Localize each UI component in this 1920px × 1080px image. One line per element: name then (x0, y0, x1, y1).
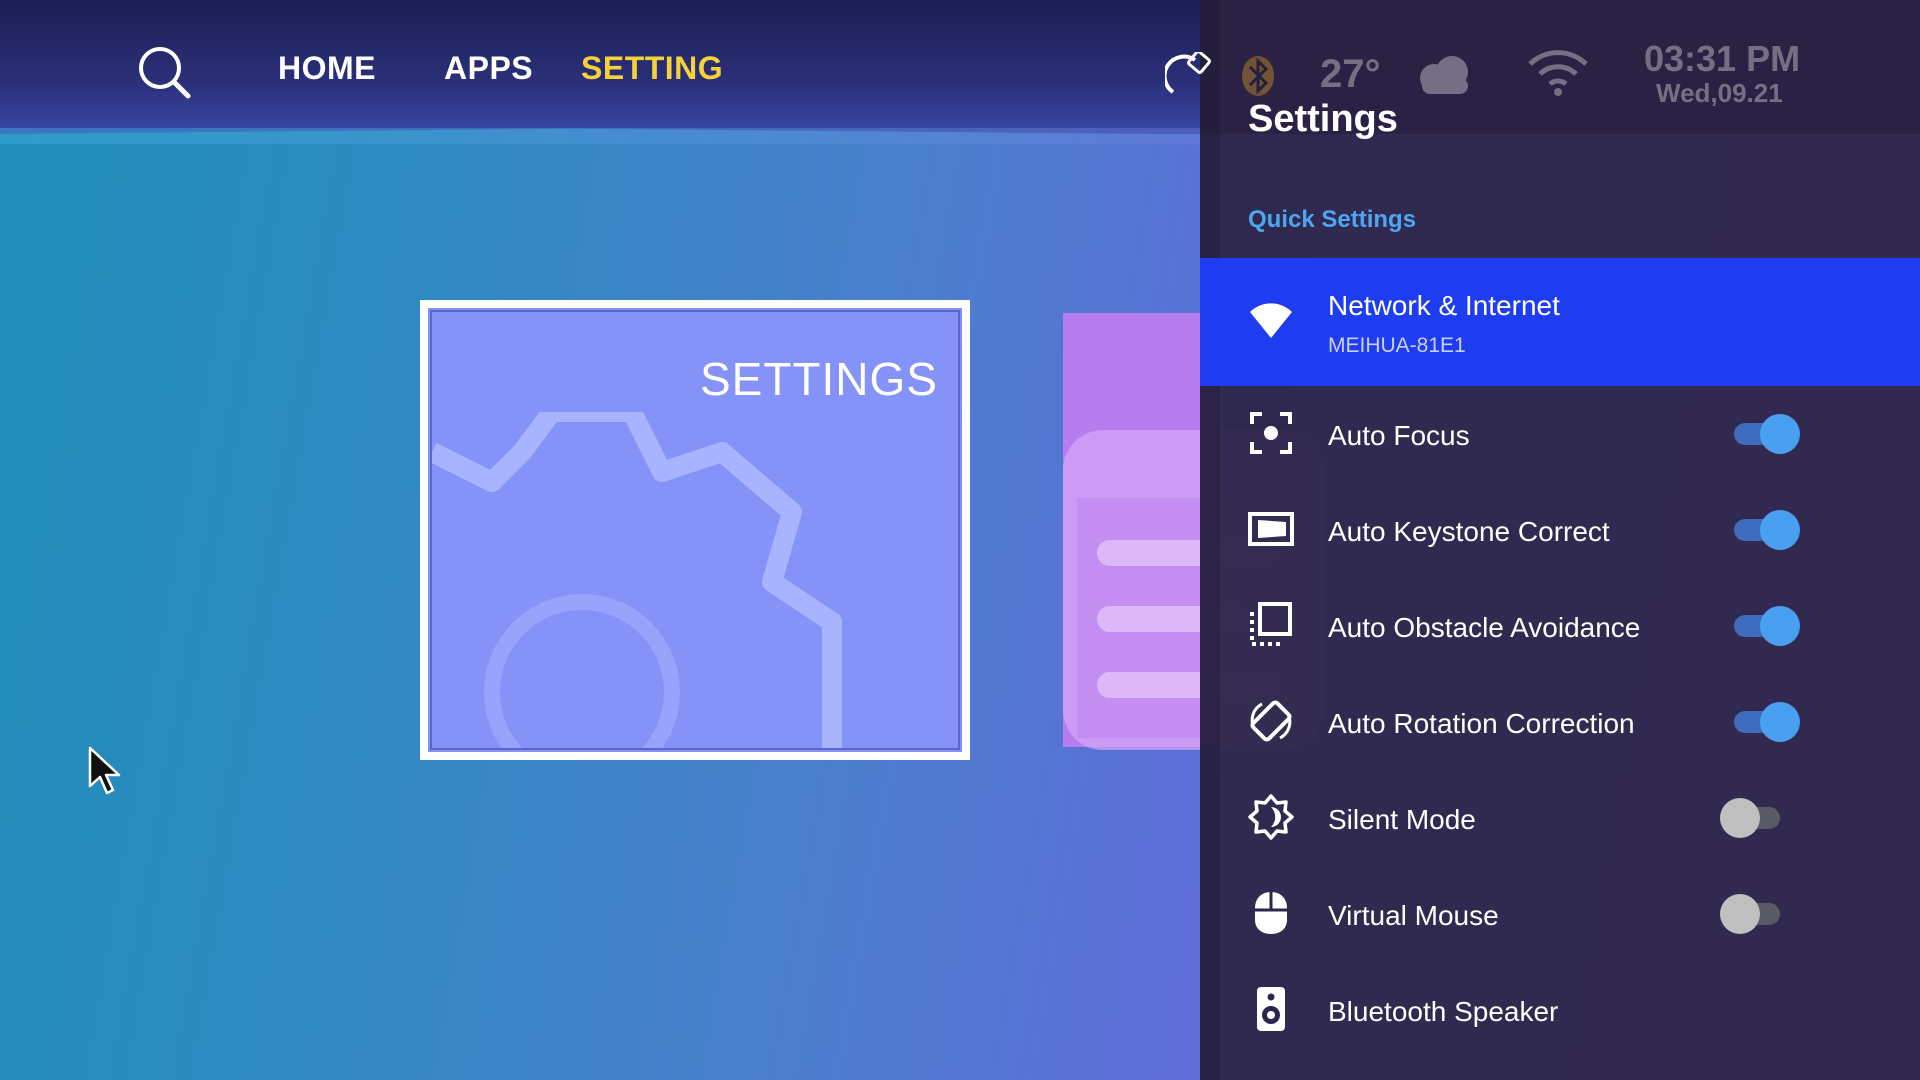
rotate-icon (1165, 52, 1211, 94)
wifi-icon (1528, 50, 1588, 96)
gear-icon (432, 412, 842, 748)
setting-item-label: Auto Keystone Correct (1328, 516, 1610, 547)
mouse-icon (1255, 892, 1287, 934)
wifi-icon (1250, 303, 1292, 338)
setting-item-label: Auto Focus (1328, 420, 1470, 451)
setting-item-label: Network & Internet (1328, 290, 1560, 321)
network-name: MEIHUA-81E1 (1328, 334, 1466, 357)
setting-item-auto-focus[interactable]: Auto Focus (1200, 386, 1920, 482)
nav-home[interactable]: HOME (278, 50, 376, 87)
setting-item-label: Auto Rotation Correction (1328, 708, 1635, 739)
top-bar-wave (0, 128, 1200, 144)
clock-time: 03:31 PM (1644, 38, 1801, 79)
setting-item-auto-keystone[interactable]: Auto Keystone Correct (1200, 482, 1920, 578)
silent-mode-toggle[interactable] (1720, 798, 1786, 838)
setting-item-auto-obstacle[interactable]: Auto Obstacle Avoidance (1200, 578, 1920, 674)
settings-tile-inner: SETTINGS (430, 310, 960, 750)
search-icon[interactable] (136, 44, 192, 100)
setting-item-auto-rotation[interactable]: Auto Rotation Correction (1200, 674, 1920, 770)
setting-item-label: Virtual Mouse (1328, 900, 1499, 931)
auto-keystone-toggle[interactable] (1734, 510, 1800, 550)
auto-rotation-toggle[interactable] (1734, 702, 1800, 742)
nav-setting[interactable]: SETTING (581, 50, 723, 87)
focus-icon (1250, 412, 1292, 454)
panel-title: Settings (1248, 98, 1398, 140)
settings-tile[interactable]: SETTINGS (420, 300, 970, 760)
speaker-icon (1257, 987, 1285, 1031)
cloud-icon (1420, 56, 1468, 94)
setting-item-silent-mode[interactable]: Silent Mode (1200, 770, 1920, 866)
clock-date: Wed,09.21 (1656, 78, 1783, 108)
mouse-cursor-icon (88, 746, 121, 795)
setting-item-label: Silent Mode (1328, 804, 1476, 835)
setting-item-virtual-mouse[interactable]: Virtual Mouse (1200, 866, 1920, 962)
quick-settings-heading: Quick Settings (1248, 206, 1417, 233)
auto-obstacle-toggle[interactable] (1734, 606, 1800, 646)
rotation-icon (1250, 700, 1292, 742)
brightness-icon (1248, 794, 1294, 840)
setting-item-label: Auto Obstacle Avoidance (1328, 612, 1641, 643)
settings-tile-title: SETTINGS (699, 353, 938, 405)
setting-item-label: Bluetooth Speaker (1328, 996, 1559, 1027)
bluetooth-icon (1242, 56, 1274, 96)
virtual-mouse-toggle[interactable] (1720, 894, 1786, 934)
temperature: 27° (1320, 52, 1381, 96)
auto-focus-toggle[interactable] (1734, 414, 1800, 454)
setting-item-network[interactable]: Network & Internet MEIHUA-81E1 (1200, 258, 1920, 386)
obstacle-icon (1250, 602, 1292, 646)
nav-apps[interactable]: APPS (444, 50, 533, 87)
setting-item-bluetooth-speaker[interactable]: Bluetooth Speaker (1200, 962, 1920, 1058)
keystone-icon (1248, 512, 1294, 546)
